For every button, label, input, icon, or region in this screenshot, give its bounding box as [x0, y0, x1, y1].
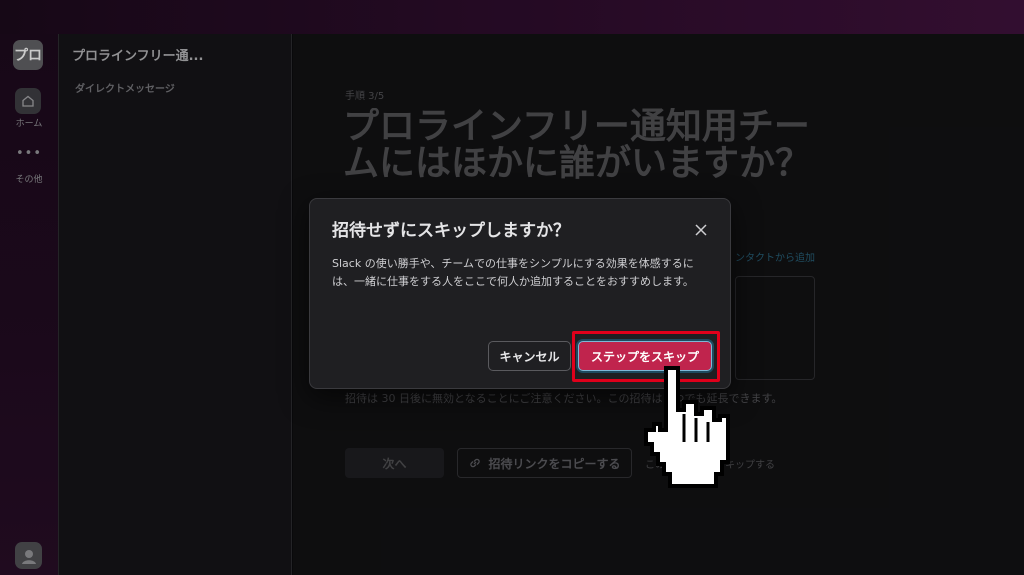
skip-confirm-dialog: 招待せずにスキップしますか？ Slack の使い勝手や、チームでの仕事をシンプル…: [309, 198, 731, 389]
pointer-hand-icon: [644, 366, 730, 488]
dialog-title: 招待せずにスキップしますか？: [332, 221, 570, 241]
dialog-body: Slack の使い勝手や、チームでの仕事をシンプルにする効果を体感するには、一緒…: [332, 257, 694, 288]
cancel-button[interactable]: キャンセル: [488, 341, 571, 371]
close-icon[interactable]: [688, 217, 714, 243]
